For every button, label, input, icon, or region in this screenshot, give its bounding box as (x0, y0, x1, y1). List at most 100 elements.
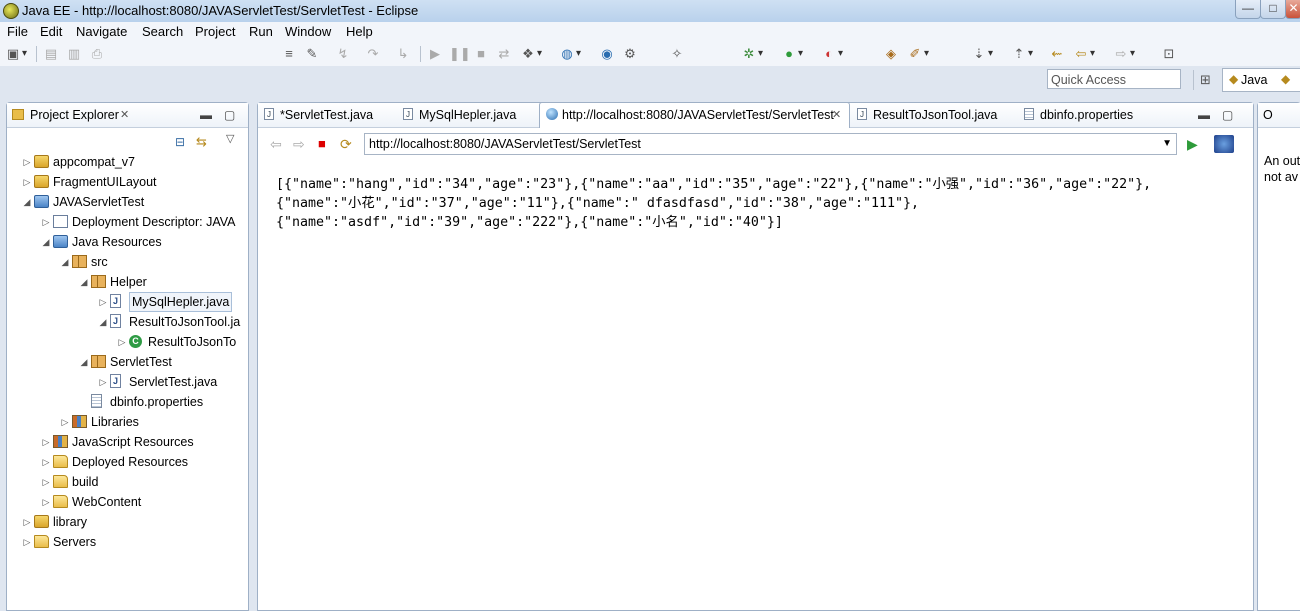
minimize-view-icon[interactable]: ▬ (200, 108, 212, 122)
minimize-button[interactable]: — (1235, 0, 1261, 19)
tree-item[interactable]: ▷ J ServletTest.java (7, 372, 247, 392)
expand-arrow-icon[interactable]: ▷ (41, 212, 51, 232)
tab-servlettest-java[interactable]: J *ServletTest.java (258, 103, 396, 127)
browser-back-icon[interactable]: ⇦ (270, 137, 282, 151)
open-type-icon[interactable]: ◈ (882, 45, 900, 63)
tab-resulttojsontool-java[interactable]: J ResultToJsonTool.java (851, 103, 1017, 127)
tree-item[interactable]: ▷ Libraries (7, 412, 247, 432)
url-history-dropdown-icon[interactable]: ▼ (1162, 134, 1172, 154)
pin-editor-icon[interactable]: ⊡ (1160, 45, 1178, 63)
go-icon[interactable]: ▶ (1187, 137, 1198, 151)
maximize-editor-icon[interactable]: ▢ (1222, 108, 1233, 122)
menu-window[interactable]: Window (285, 24, 331, 39)
close-tab-icon[interactable]: ✕ (832, 103, 841, 127)
tree-item[interactable]: ▷ C ResultToJsonTo (7, 332, 247, 352)
expand-arrow-icon[interactable]: ▷ (22, 152, 32, 172)
tree-item[interactable]: ▷ FragmentUILayout (7, 172, 247, 192)
tree-item[interactable]: ◢ src (7, 252, 247, 272)
expand-arrow-icon[interactable]: ▷ (98, 372, 108, 392)
back-icon[interactable]: ⇦ (1072, 45, 1095, 63)
collapse-all-icon[interactable]: ⊟ (175, 135, 185, 149)
tree-item[interactable]: ▷ Deployment Descriptor: JAVA (7, 212, 247, 232)
close-view-icon[interactable]: ✕ (120, 108, 129, 121)
open-task-icon[interactable]: ✐ (906, 45, 929, 63)
javaee-perspective-icon[interactable]: ◆ (1281, 72, 1290, 86)
next-annotation-icon[interactable]: ⇣ (970, 45, 993, 63)
quick-access-input[interactable]: Quick Access (1047, 69, 1181, 89)
expand-arrow-icon[interactable]: ▷ (41, 432, 51, 452)
expand-arrow-icon[interactable]: ▷ (117, 332, 127, 352)
close-button[interactable]: ✕ (1285, 0, 1300, 19)
view-menu-icon[interactable]: ▽ (226, 132, 234, 145)
collapse-arrow-icon[interactable]: ◢ (98, 312, 108, 332)
toggle-breadcrumb-icon[interactable]: ≡ (280, 45, 298, 63)
menu-run[interactable]: Run (249, 24, 273, 39)
tab-browser-servlettest[interactable]: http://localhost:8080/JAVAServletTest/Se… (539, 102, 850, 128)
tree-item[interactable]: ▷ J MySqlHepler.java (7, 292, 247, 312)
tree-item[interactable]: ◢ J ResultToJsonTool.ja (7, 312, 247, 332)
globe-icon[interactable]: ◉ (598, 45, 616, 63)
expand-arrow-icon[interactable]: ▷ (41, 452, 51, 472)
menu-help[interactable]: Help (346, 24, 373, 39)
tree-item[interactable]: ◢ Helper (7, 272, 247, 292)
open-declaration-icon[interactable]: ✧ (668, 45, 686, 63)
browser-refresh-icon[interactable]: ⟳ (340, 137, 352, 151)
tree-item[interactable]: ▷ library (7, 512, 247, 532)
run-external-icon[interactable]: ◐ (820, 45, 843, 63)
tree-item[interactable]: ▷ WebContent (7, 492, 247, 512)
expand-arrow-icon[interactable]: ▷ (22, 512, 32, 532)
tree-item[interactable]: ▷ appcompat_v7 (7, 152, 247, 172)
tree-item[interactable]: ▷ build (7, 472, 247, 492)
expand-arrow-icon[interactable]: ▷ (41, 492, 51, 512)
web-browser-icon[interactable]: ◍ (558, 45, 581, 63)
new-server-icon[interactable]: ❖ (519, 45, 542, 63)
tree-item[interactable]: ▷ Deployed Resources (7, 452, 247, 472)
step-over-icon[interactable]: ↳ (394, 45, 412, 63)
tab-mysqlhepler-java[interactable]: J MySqlHepler.java (397, 103, 538, 127)
menu-file[interactable]: File (7, 24, 28, 39)
tree-item[interactable]: ◢ Java Resources (7, 232, 247, 252)
collapse-arrow-icon[interactable]: ◢ (60, 252, 70, 272)
perspective-java[interactable]: ◆ Java ◆ (1222, 68, 1300, 92)
minimize-editor-icon[interactable]: ▬ (1198, 108, 1210, 122)
previous-annotation-icon[interactable]: ⇡ (1010, 45, 1033, 63)
collapse-arrow-icon[interactable]: ◢ (41, 232, 51, 252)
save-icon[interactable]: ▤ (42, 45, 60, 63)
expand-arrow-icon[interactable]: ▷ (98, 292, 108, 312)
expand-arrow-icon[interactable]: ▷ (41, 472, 51, 492)
browser-forward-icon[interactable]: ⇨ (293, 137, 305, 151)
outline-title[interactable]: O (1263, 108, 1273, 122)
tab-dbinfo-properties[interactable]: dbinfo.properties (1018, 103, 1178, 127)
maximize-view-icon[interactable]: ▢ (224, 108, 235, 122)
print-icon[interactable]: ⎙ (88, 45, 106, 63)
menu-project[interactable]: Project (195, 24, 235, 39)
new-icon[interactable]: ▣ (4, 45, 27, 63)
external-tools-icon[interactable]: ⚙ (621, 45, 639, 63)
open-perspective-icon[interactable]: ⊞ (1200, 72, 1211, 88)
terminate-icon[interactable]: ■ (472, 45, 490, 63)
collapse-arrow-icon[interactable]: ◢ (22, 192, 32, 212)
tree-item[interactable]: dbinfo.properties (7, 392, 247, 412)
run-icon[interactable]: ● (780, 45, 803, 63)
disconnect-icon[interactable]: ⇄ (495, 45, 513, 63)
browser-stop-icon[interactable]: ■ (318, 137, 326, 151)
save-all-icon[interactable]: ▥ (65, 45, 83, 63)
last-edit-icon[interactable]: ⇜ (1048, 45, 1066, 63)
tree-item[interactable]: ▷ JavaScript Resources (7, 432, 247, 452)
open-external-browser-icon[interactable] (1214, 135, 1234, 153)
suspend-icon[interactable]: ❚❚ (449, 45, 471, 63)
mark-occurrences-icon[interactable]: ✎ (303, 45, 321, 63)
maximize-button[interactable]: □ (1260, 0, 1286, 19)
expand-arrow-icon[interactable]: ▷ (22, 532, 32, 552)
expand-arrow-icon[interactable]: ▷ (22, 172, 32, 192)
tree-item[interactable]: ▷ Servers (7, 532, 247, 552)
tree-item[interactable]: ◢ ServletTest (7, 352, 247, 372)
collapse-arrow-icon[interactable]: ◢ (79, 272, 89, 292)
expand-arrow-icon[interactable]: ▷ (60, 412, 70, 432)
tree-item[interactable]: ◢ JAVAServletTest (7, 192, 247, 212)
resume-icon[interactable]: ▶ (426, 45, 444, 63)
debug-icon[interactable]: ✲ (740, 45, 763, 63)
url-input[interactable]: http://localhost:8080/JAVAServletTest/Se… (364, 133, 1177, 155)
menu-edit[interactable]: Edit (40, 24, 62, 39)
menu-navigate[interactable]: Navigate (76, 24, 127, 39)
